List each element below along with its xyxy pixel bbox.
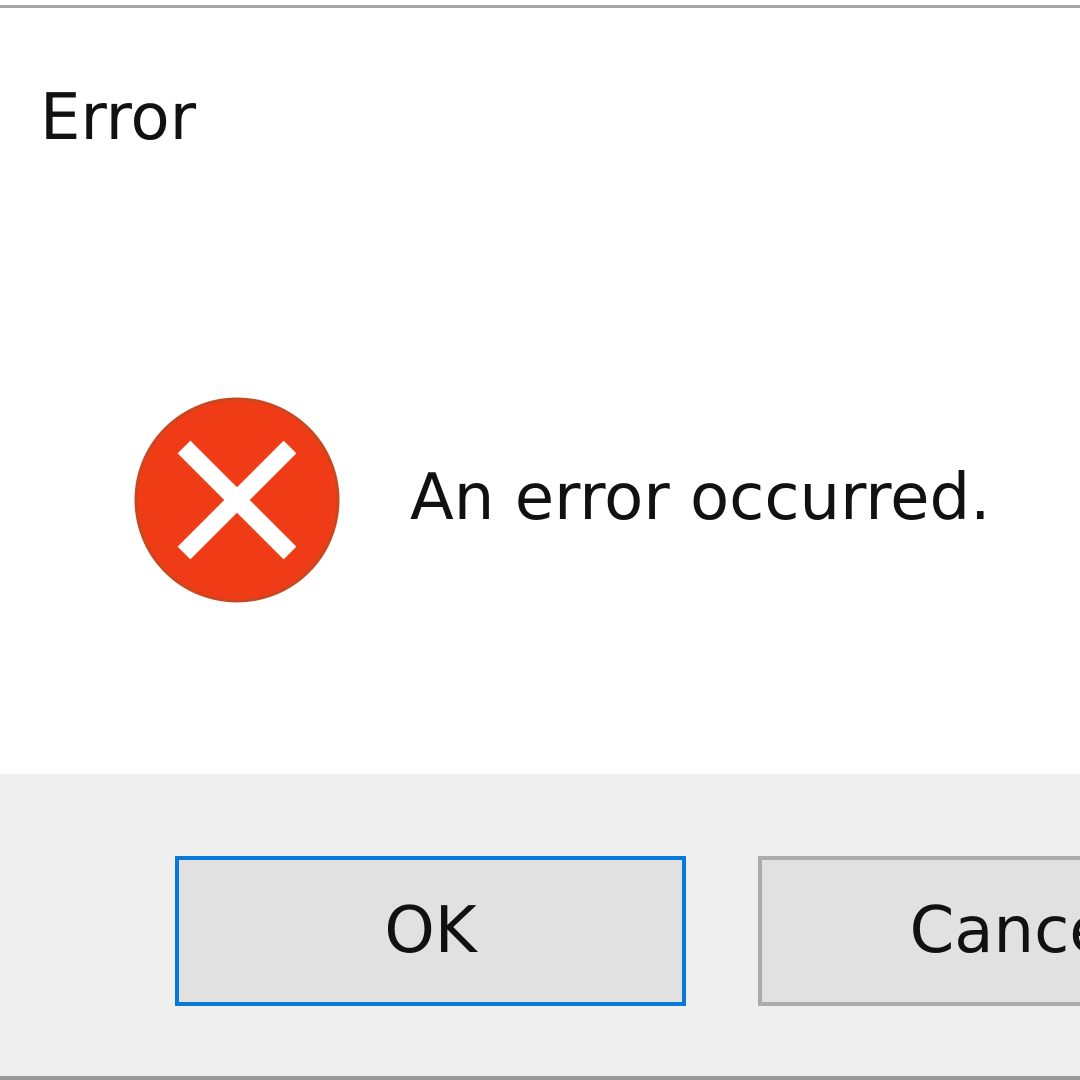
dialog-top-border <box>0 0 1080 8</box>
dialog-title: Error <box>40 81 196 155</box>
dialog-bottom-border <box>0 1076 1080 1080</box>
ok-button[interactable]: OK <box>175 856 686 1006</box>
error-message: An error occurred. <box>410 461 991 535</box>
cancel-button[interactable]: Cancel <box>758 856 1080 1006</box>
error-icon <box>134 397 340 603</box>
error-dialog: Error An error occurred. OK Cancel <box>0 0 1080 1080</box>
button-bar: OK Cancel <box>0 774 1080 1080</box>
